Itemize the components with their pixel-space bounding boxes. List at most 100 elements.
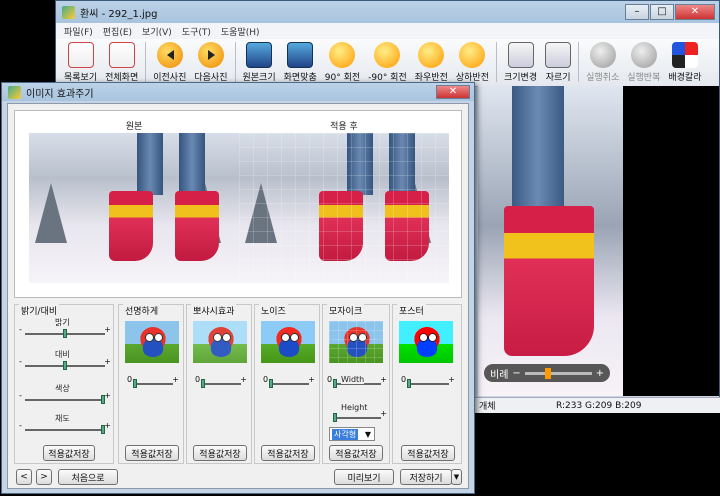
- crop-button[interactable]: 자르기: [545, 42, 572, 83]
- original-size-icon: [246, 42, 273, 68]
- noise-slider-knob[interactable]: [269, 379, 273, 388]
- hue-slider-knob[interactable]: [101, 395, 105, 404]
- noise-save-button[interactable]: 적용값저장: [261, 445, 315, 461]
- flip-vertical-icon: [459, 42, 486, 68]
- soften-save-button[interactable]: 적용값저장: [193, 445, 247, 461]
- prev-photo-button[interactable]: 이전사진: [153, 42, 186, 83]
- poster-save-button[interactable]: 적용값저장: [401, 445, 455, 461]
- save-dropdown-button[interactable]: ▼: [451, 469, 462, 485]
- undo-icon: [589, 42, 616, 68]
- main-window-title: 환씨 - 292_1.jpg: [80, 8, 158, 20]
- main-title-bar[interactable]: 환씨 - 292_1.jpg – □ ✕: [56, 1, 719, 23]
- save-button[interactable]: 저장하기: [400, 469, 452, 485]
- image-viewer[interactable]: [478, 86, 719, 396]
- app-icon: [62, 5, 75, 19]
- redo-button[interactable]: 실행반복: [627, 42, 660, 83]
- brightness-slider[interactable]: - +: [19, 325, 111, 338]
- background-color-button[interactable]: 배경칼라: [668, 42, 702, 83]
- menu-tools[interactable]: 도구(T): [182, 25, 211, 38]
- mosaic-save-button[interactable]: 적용값저장: [329, 445, 383, 461]
- status-rgb: R:233 G:209 B:209: [556, 400, 642, 411]
- menu-file[interactable]: 파일(F): [64, 25, 93, 38]
- poster-thumbnail: [399, 321, 453, 363]
- original-size-button[interactable]: 원본크기: [243, 42, 276, 83]
- prev-image-button[interactable]: <: [16, 469, 32, 485]
- zoom-label: 비례: [490, 369, 509, 381]
- saturation-slider-knob[interactable]: [101, 425, 105, 434]
- background-color-icon: [671, 42, 698, 68]
- hue-slider[interactable]: - +: [19, 391, 111, 404]
- reset-button[interactable]: 처음으로: [58, 469, 118, 485]
- zoom-slider[interactable]: [524, 367, 592, 379]
- sharpen-slider-knob[interactable]: [133, 379, 137, 388]
- maximize-button[interactable]: □: [650, 4, 674, 20]
- crop-icon: [545, 42, 572, 68]
- chevron-down-icon: ▼: [364, 429, 371, 439]
- mosaic-width-knob[interactable]: [333, 379, 337, 388]
- dialog-title-bar[interactable]: 이미지 효과주기 ✕: [2, 83, 474, 101]
- sharpen-slider[interactable]: 0 +: [127, 375, 179, 388]
- noise-slider[interactable]: 0 +: [263, 375, 315, 388]
- menu-edit[interactable]: 편집(E): [103, 25, 132, 38]
- rotate-90-button[interactable]: 90° 회전: [325, 42, 360, 83]
- mosaic-shape-select[interactable]: 사각형 ▼: [329, 427, 375, 441]
- next-arrow-icon: [197, 42, 224, 68]
- poster-slider[interactable]: 0 +: [401, 375, 455, 388]
- resize-icon: [507, 42, 534, 68]
- flip-horizontal-icon: [418, 42, 445, 68]
- soften-slider-knob[interactable]: [201, 379, 205, 388]
- brightness-contrast-group: 밝기/대비 밝기 - + 대비 - + 색상 - + 채도 - + 적용값저장: [14, 304, 114, 464]
- close-button[interactable]: ✕: [675, 4, 715, 20]
- flip-vertical-button[interactable]: 상하반전: [456, 42, 489, 83]
- fit-screen-icon: [287, 42, 314, 68]
- rotate-minus-90-icon: [374, 42, 401, 68]
- undo-button[interactable]: 실행취소: [586, 42, 619, 83]
- applied-preview-image: [239, 133, 449, 283]
- mosaic-thumbnail: [329, 321, 383, 363]
- contrast-slider[interactable]: - +: [19, 357, 111, 370]
- zoom-control: 비례 − +: [484, 364, 610, 382]
- mosaic-height-knob[interactable]: [333, 413, 337, 422]
- dialog-body: 원본 적용 후 밝기/대비 밝기 - + 대비 - + 색상 - + 채도 - …: [7, 103, 469, 489]
- sharpen-save-button[interactable]: 적용값저장: [125, 445, 179, 461]
- brightness-save-button[interactable]: 적용값저장: [43, 445, 95, 461]
- mosaic-group: 모자이크 0 + Width Height + 사각형 ▼ 적용값저장: [322, 304, 390, 464]
- fullscreen-button[interactable]: 전체화면: [105, 42, 138, 83]
- fullscreen-icon: [108, 42, 135, 68]
- mosaic-height-slider[interactable]: +: [327, 409, 387, 422]
- rotate-minus-90-button[interactable]: -90° 회전: [368, 42, 407, 83]
- next-image-button[interactable]: >: [36, 469, 52, 485]
- flip-horizontal-button[interactable]: 좌우반전: [415, 42, 448, 83]
- dialog-title: 이미지 효과주기: [26, 88, 94, 100]
- fit-screen-button[interactable]: 화면맞춤: [284, 42, 317, 83]
- preview-button[interactable]: 미리보기: [334, 469, 394, 485]
- zoom-slider-knob[interactable]: [544, 367, 551, 379]
- menu-help[interactable]: 도움말(H): [221, 25, 260, 38]
- sharpen-thumbnail: [125, 321, 179, 363]
- redo-icon: [630, 42, 657, 68]
- prev-arrow-icon: [156, 42, 183, 68]
- main-toolbar: 목록보기 전체화면 이전사진 다음사진 원본크기 화면맞춤 90° 회전 -90…: [56, 39, 719, 87]
- rotate-90-icon: [329, 42, 356, 68]
- original-preview-image: [29, 133, 239, 283]
- effects-dialog: 이미지 효과주기 ✕ 원본 적용 후 밝기/대비 밝기 - + 대비 - + 색…: [1, 82, 475, 494]
- poster-group: 포스터 0 + 적용값저장: [392, 304, 462, 464]
- list-view-button[interactable]: 목록보기: [64, 42, 97, 83]
- next-photo-button[interactable]: 다음사진: [194, 42, 228, 83]
- minimize-button[interactable]: –: [625, 4, 649, 20]
- zoom-in-button[interactable]: +: [596, 368, 604, 379]
- soften-slider[interactable]: 0 +: [195, 375, 247, 388]
- menu-view[interactable]: 보기(V): [142, 25, 172, 38]
- preview-area: 원본 적용 후: [14, 110, 462, 298]
- soften-thumbnail: [193, 321, 247, 363]
- resize-button[interactable]: 크기변경: [504, 42, 537, 83]
- saturation-slider[interactable]: - +: [19, 421, 111, 434]
- zoom-out-button[interactable]: −: [512, 368, 520, 379]
- brightness-slider-knob[interactable]: [63, 329, 67, 338]
- dialog-close-button[interactable]: ✕: [436, 85, 470, 99]
- contrast-slider-knob[interactable]: [63, 361, 67, 370]
- poster-slider-knob[interactable]: [407, 379, 411, 388]
- list-view-icon: [67, 42, 94, 68]
- menu-bar: 파일(F) 편집(E) 보기(V) 도구(T) 도움말(H): [56, 23, 719, 39]
- applied-label: 적용 후: [330, 122, 358, 132]
